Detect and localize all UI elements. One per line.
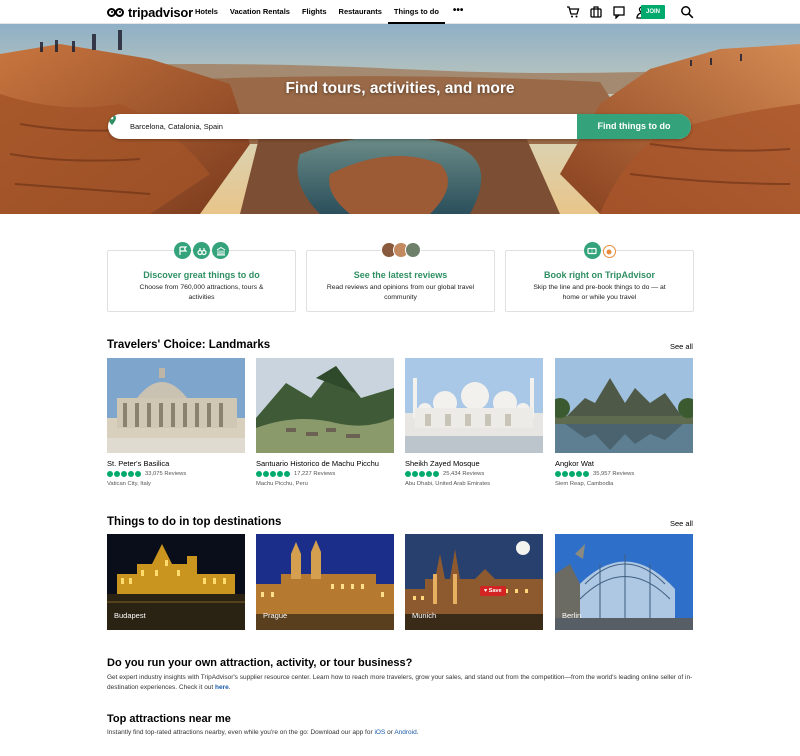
landmark-location: Siem Reap, Cambodia [555, 481, 614, 487]
review-count[interactable]: 33,075 Reviews [145, 471, 186, 477]
main-nav: Hotels Vacation Rentals Flights Restaura… [189, 0, 471, 24]
landmark-card[interactable]: Angkor Wat 35,957 Reviews Siem Reap, Cam… [555, 358, 693, 487]
feature-title: See the latest reviews [353, 270, 448, 280]
nav-restaurants[interactable]: Restaurants [333, 0, 388, 24]
badge-icon [602, 245, 616, 258]
save-button[interactable]: ♥ Save [480, 586, 506, 596]
destinations-section-title: Things to do in top destinations [107, 516, 282, 528]
suitcase-icon[interactable] [589, 5, 603, 19]
destination-card[interactable]: Budapest [107, 534, 245, 630]
destination-search-input[interactable] [128, 114, 568, 139]
ticket-icon [583, 242, 601, 259]
landmark-name[interactable]: Sheikh Zayed Mosque [405, 459, 543, 468]
feature-card-reviews: See the latest reviews Read reviews and … [306, 242, 495, 312]
landmark-name[interactable]: St. Peter's Basilica [107, 459, 245, 468]
search-bar: Find things to do [108, 114, 691, 139]
landmark-image[interactable] [405, 358, 543, 453]
hero-title: Find tours, activities, and more [285, 80, 515, 97]
landmark-image[interactable] [107, 358, 245, 453]
feature-card-discover: Discover great things to do Choose from … [107, 242, 296, 312]
tripadvisor-logo[interactable]: tripadvisor [107, 4, 193, 20]
landmark-image[interactable] [555, 358, 693, 453]
landmark-name[interactable]: Santuario Historico de Machu Picchu [256, 459, 394, 468]
destination-card[interactable]: Berlin [555, 534, 693, 630]
rating-bubbles: 17,227 Reviews [256, 471, 394, 477]
hero-banner: Find tours, activities, and more Find th… [0, 24, 800, 214]
landmark-card[interactable]: Sheikh Zayed Mosque 25,434 Reviews Abu D… [405, 358, 543, 487]
feature-description: Read reviews and opinions from our globa… [326, 284, 475, 301]
top-header: tripadvisor Hotels Vacation Rentals Flig… [0, 0, 800, 24]
landmark-location: Abu Dhabi, United Arab Emirates [405, 481, 491, 487]
android-app-link[interactable]: Android [394, 729, 416, 736]
feature-title: Book right on TripAdvisor [543, 270, 655, 280]
business-section-text: Get expert industry insights with TripAd… [107, 674, 693, 691]
destination-name: Prague [263, 611, 288, 620]
nav-flights[interactable]: Flights [296, 0, 333, 24]
cart-icon[interactable] [566, 5, 580, 19]
landmark-card[interactable]: St. Peter's Basilica 33,075 Reviews Vati… [107, 358, 245, 487]
nearby-section-title: Top attractions near me [107, 713, 231, 725]
check-it-out-link[interactable]: here [215, 684, 229, 691]
rating-bubbles: 35,957 Reviews [555, 471, 693, 477]
nav-things-to-do[interactable]: Things to do [387, 0, 445, 24]
rating-bubbles: 33,075 Reviews [107, 471, 245, 477]
destinations-see-all-link[interactable]: See all [670, 519, 693, 528]
join-button[interactable]: JOIN [641, 5, 665, 19]
logo-text: tripadvisor [128, 4, 193, 20]
feature-description: Choose from 760,000 attractions, tours &… [139, 284, 264, 301]
review-count[interactable]: 17,227 Reviews [294, 471, 335, 477]
destination-name: Munich [412, 611, 437, 620]
ios-app-link[interactable]: iOS [374, 729, 385, 736]
binoculars-icon [193, 242, 210, 259]
nav-hotels[interactable]: Hotels [189, 0, 224, 24]
destination-name: Berlin [562, 611, 582, 620]
landmark-icon [212, 242, 229, 259]
header-icons [566, 5, 649, 19]
landmarks-section-title: Travelers' Choice: Landmarks [107, 339, 271, 351]
location-pin-icon [108, 114, 116, 125]
nearby-section-text: Instantly find top-rated attractions nea… [107, 729, 419, 736]
flag-icon [174, 242, 191, 259]
landmark-location: Vatican City, Italy [107, 481, 151, 487]
landmark-name[interactable]: Angkor Wat [555, 459, 693, 468]
business-section-title: Do you run your own attraction, activity… [107, 657, 413, 669]
destination-card[interactable]: Prague [256, 534, 394, 630]
rating-bubbles: 25,434 Reviews [405, 471, 543, 477]
find-things-to-do-button[interactable]: Find things to do [577, 114, 691, 139]
nav-vacation-rentals[interactable]: Vacation Rentals [224, 0, 296, 24]
landmarks-see-all-link[interactable]: See all [670, 342, 693, 351]
feature-card-book: Book right on TripAdvisor Skip the line … [505, 242, 694, 312]
reviewer-avatar [404, 242, 421, 258]
feature-description: Skip the line and pre-book things to do … [533, 284, 666, 301]
destination-name: Budapest [114, 611, 146, 620]
review-count[interactable]: 25,434 Reviews [443, 471, 484, 477]
review-count[interactable]: 35,957 Reviews [593, 471, 634, 477]
destination-card[interactable]: ♥ Save Munich [405, 534, 543, 630]
search-icon[interactable] [680, 5, 694, 19]
landmark-image[interactable] [256, 358, 394, 453]
message-icon[interactable] [612, 5, 626, 19]
landmark-card[interactable]: Santuario Historico de Machu Picchu 17,2… [256, 358, 394, 487]
feature-title: Discover great things to do [143, 270, 260, 280]
nav-more-button[interactable]: ••• [445, 0, 472, 24]
owl-logo-icon [107, 7, 125, 18]
landmark-location: Machu Picchu, Peru [256, 481, 308, 487]
